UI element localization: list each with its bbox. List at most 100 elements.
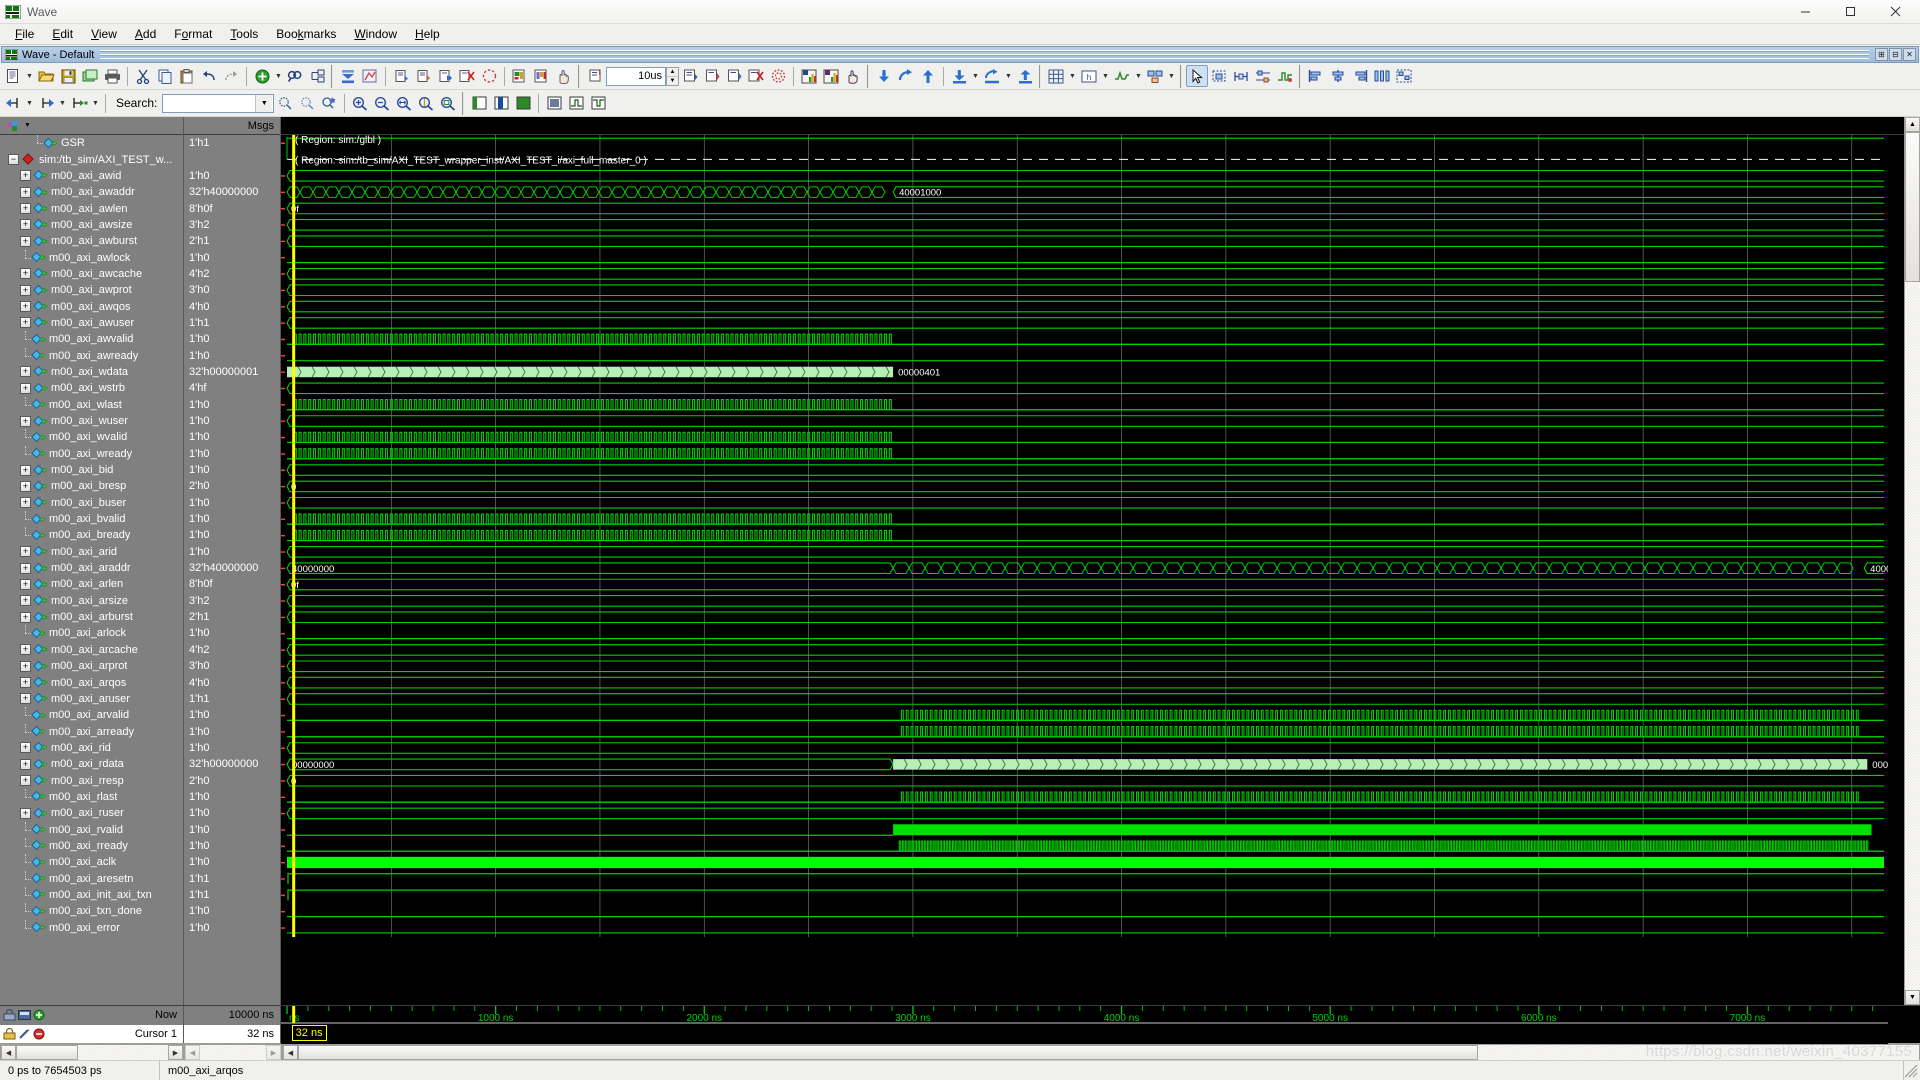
paste-icon[interactable] <box>176 65 198 87</box>
menu-tools[interactable]: Tools <box>221 25 267 43</box>
values-hscroll-right[interactable]: ▶ <box>266 1045 281 1060</box>
signal-row[interactable]: m00_axi_awlock <box>0 249 183 265</box>
run-length-field[interactable]: 10us <box>606 66 666 86</box>
expand-node-button[interactable]: + <box>20 807 31 819</box>
group-icon[interactable] <box>1393 65 1415 87</box>
signal-row[interactable]: + m00_axi_awburst <box>0 233 183 249</box>
redo-icon[interactable] <box>220 65 242 87</box>
signal-row[interactable]: + m00_axi_bresp <box>0 478 183 494</box>
run-length-spinner[interactable]: ▲ ▼ <box>666 66 679 86</box>
combine-icon[interactable] <box>1144 65 1166 87</box>
run-icon[interactable] <box>390 65 412 87</box>
signal-row[interactable]: m00_axi_rvalid <box>0 821 183 837</box>
expand-tree-icon[interactable] <box>306 65 328 87</box>
subwindow-close-button[interactable]: ✕ <box>1903 48 1916 61</box>
signal-row[interactable]: + m00_axi_arsize <box>0 593 183 609</box>
align-right-icon[interactable] <box>1349 65 1371 87</box>
collapse-node-button[interactable]: − <box>8 154 19 166</box>
signal-row[interactable]: + m00_axi_bid <box>0 462 183 478</box>
menu-bookmarks[interactable]: Bookmarks <box>267 25 345 43</box>
coverage-icon[interactable] <box>767 65 789 87</box>
find-icon[interactable] <box>284 65 306 87</box>
signal-row[interactable]: m00_axi_wvalid <box>0 429 183 445</box>
wave-hscrollbar[interactable]: ◀ <box>282 1044 1920 1061</box>
step-over-icon[interactable] <box>509 65 531 87</box>
subwindow-drag-grip[interactable] <box>100 50 1869 59</box>
search-options-icon[interactable] <box>318 92 340 114</box>
zoom-cursor-icon[interactable] <box>415 92 437 114</box>
expand-node-button[interactable]: + <box>20 677 31 689</box>
signal-row[interactable]: + m00_axi_awuser <box>0 315 183 331</box>
expand-node-button[interactable]: + <box>20 742 31 754</box>
memory-icon[interactable] <box>820 65 842 87</box>
print-icon[interactable] <box>101 65 123 87</box>
expand-node-button[interactable]: + <box>20 301 31 313</box>
signal-row[interactable]: m00_axi_txn_done <box>0 903 183 919</box>
signal-row[interactable]: m00_axi_wlast <box>0 396 183 413</box>
now-lock-icon[interactable] <box>3 1009 16 1021</box>
wave-up-icon[interactable] <box>917 65 939 87</box>
wave-view-split-5-icon[interactable] <box>565 92 587 114</box>
continue-run-icon[interactable] <box>412 65 434 87</box>
step-into-icon[interactable] <box>723 65 745 87</box>
menu-edit[interactable]: Edit <box>43 25 82 43</box>
expand-node-button[interactable]: + <box>20 758 31 770</box>
signal-row[interactable]: + m00_axi_aruser <box>0 691 183 707</box>
new-file-dropdown[interactable]: ▼ <box>24 65 35 87</box>
menu-help[interactable]: Help <box>406 25 449 43</box>
time-axis[interactable]: ns1000 ns2000 ns3000 ns4000 ns5000 ns600… <box>281 1006 1920 1044</box>
wave-view-split-6-icon[interactable] <box>587 92 609 114</box>
names-hscroll-left[interactable]: ◀ <box>1 1045 16 1060</box>
wave-loop-ruler-icon[interactable] <box>981 65 1003 87</box>
resize-grip-icon[interactable] <box>1904 1064 1918 1078</box>
signal-row[interactable]: m00_axi_aresetn <box>0 870 183 886</box>
next-transition-icon[interactable] <box>35 92 57 114</box>
cursor-delete-icon[interactable] <box>33 1028 45 1040</box>
signal-row[interactable]: + m00_axi_awid <box>0 168 183 184</box>
expand-node-button[interactable]: + <box>20 284 31 296</box>
expand-node-button[interactable]: + <box>20 170 31 182</box>
wave-down-ruler-icon[interactable] <box>948 65 970 87</box>
zoom-full-icon[interactable] <box>393 92 415 114</box>
search-prev-icon[interactable] <box>274 92 296 114</box>
signal-row[interactable]: + m00_axi_arlen <box>0 576 183 592</box>
subwindow-minimize-button[interactable]: ⊟ <box>1889 48 1902 61</box>
signal-row[interactable]: + m00_axi_awaddr <box>0 184 183 200</box>
vscroll-down-button[interactable]: ▼ <box>1905 990 1920 1005</box>
signal-row[interactable]: − sim:/tb_sim/AXI_TEST_w... <box>0 151 183 167</box>
signal-row[interactable]: m00_axi_arready <box>0 723 183 739</box>
close-button[interactable] <box>1873 0 1918 24</box>
open-icon[interactable] <box>35 65 57 87</box>
signal-row[interactable]: + m00_axi_wdata <box>0 364 183 380</box>
objects-dropdown-caret[interactable]: ▼ <box>24 122 31 129</box>
expand-node-button[interactable]: + <box>20 219 31 231</box>
undo-icon[interactable] <box>198 65 220 87</box>
expand-node-button[interactable]: + <box>20 693 31 705</box>
values-hscroll-track[interactable] <box>200 1045 266 1060</box>
search-next-icon[interactable] <box>296 92 318 114</box>
cursor-lock-icon[interactable] <box>3 1027 16 1040</box>
signal-row[interactable]: m00_axi_bready <box>0 527 183 543</box>
format-dropdown[interactable]: ▼ <box>1133 65 1144 87</box>
measure-tool-icon[interactable] <box>1230 65 1252 87</box>
signal-row[interactable]: + m00_axi_ruser <box>0 805 183 821</box>
signal-row[interactable]: + m00_axi_awsize <box>0 217 183 233</box>
signal-row[interactable]: m00_axi_arlock <box>0 625 183 641</box>
signal-row[interactable]: + m00_axi_awprot <box>0 282 183 298</box>
waveform-pane[interactable]: 400010000f0000040104000000040001...0f000… <box>281 117 1904 1005</box>
signal-row[interactable]: + m00_axi_arprot <box>0 658 183 674</box>
signal-row[interactable]: m00_axi_rlast <box>0 788 183 805</box>
expand-node-button[interactable]: + <box>20 415 31 427</box>
expand-node-button[interactable]: + <box>20 578 31 590</box>
menu-view[interactable]: View <box>82 25 126 43</box>
menu-file[interactable]: File <box>6 25 43 43</box>
break-icon[interactable] <box>456 65 478 87</box>
menu-format[interactable]: Format <box>165 25 221 43</box>
wave-hscroll-track[interactable] <box>1478 1045 1919 1060</box>
signal-row[interactable]: GSR <box>0 135 183 151</box>
format-icon[interactable] <box>1111 65 1133 87</box>
signal-row[interactable]: + m00_axi_wuser <box>0 413 183 429</box>
minimize-button[interactable] <box>1783 0 1828 24</box>
step-out-icon[interactable] <box>531 65 553 87</box>
delete-wave-icon[interactable] <box>745 65 767 87</box>
